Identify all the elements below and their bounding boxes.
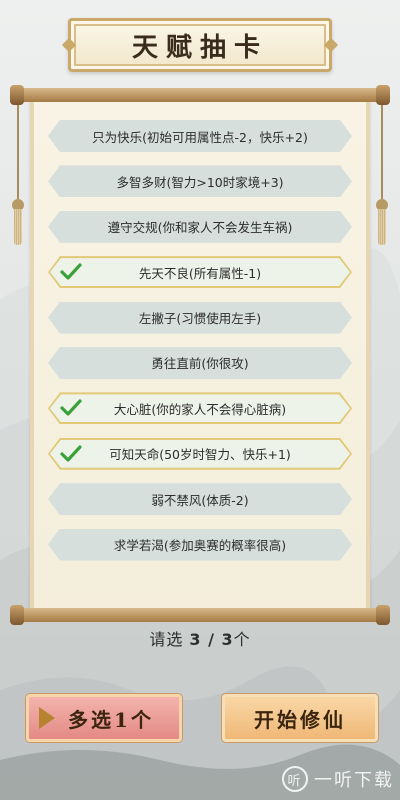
talent-list: 只为快乐(初始可用属性点-2，快乐+2) 多智多财(智力>10时家境+3) 遵守… [48, 120, 352, 574]
watermark: 听 一听下载 [282, 766, 394, 792]
left-tassel [12, 95, 24, 255]
selection-count-value: 3 / 3 [189, 630, 234, 649]
talent-card[interactable]: 勇往直前(你很攻) [48, 347, 352, 379]
scroll-top-rod [10, 85, 390, 105]
selection-prefix: 请选 [149, 630, 190, 649]
selection-count: 请选 3 / 3个 [0, 626, 400, 650]
talent-label: 求学若渴(参加奥赛的概率很高) [113, 538, 287, 554]
page-title: 天赋抽卡 [131, 32, 268, 63]
talent-card[interactable]: 可知天命(50岁时智力、快乐+1) [48, 438, 352, 470]
check-icon [60, 263, 82, 280]
talent-label: 勇往直前(你很攻) [151, 356, 249, 372]
talent-label: 可知天命(50岁时智力、快乐+1) [109, 447, 291, 463]
play-arrow-icon [39, 707, 55, 729]
talent-label: 多智多财(智力>10时家境+3) [116, 174, 284, 190]
talent-label: 先天不良(所有属性-1) [138, 265, 262, 281]
talent-card[interactable]: 遵守交规(你和家人不会发生车祸) [48, 211, 352, 243]
title-plaque: 天赋抽卡 [61, 18, 339, 72]
check-icon [60, 399, 82, 416]
scroll-bottom-rod [10, 605, 390, 625]
talent-card[interactable]: 弱不禁风(体质-2) [48, 483, 352, 515]
talent-card[interactable]: 先天不良(所有属性-1) [48, 256, 352, 288]
check-icon [60, 445, 82, 462]
talent-card[interactable]: 左撇子(习惯使用左手) [48, 302, 352, 334]
watermark-logo-icon: 听 [282, 766, 308, 792]
talent-label: 左撇子(习惯使用左手) [138, 311, 262, 327]
talent-label: 遵守交规(你和家人不会发生车祸) [107, 220, 293, 236]
talent-card[interactable]: 多智多财(智力>10时家境+3) [48, 165, 352, 197]
talent-card[interactable]: 只为快乐(初始可用属性点-2，快乐+2) [48, 120, 352, 152]
selection-suffix: 个 [233, 630, 251, 649]
talent-card[interactable]: 大心脏(你的家人不会得心脏病) [48, 392, 352, 424]
multi-select-label: 多选1个 [68, 707, 154, 732]
multi-select-button[interactable]: 多选1个 [26, 694, 182, 742]
right-tassel [376, 95, 388, 255]
talent-label: 大心脏(你的家人不会得心脏病) [113, 401, 287, 417]
start-cultivation-button[interactable]: 开始修仙 [222, 694, 378, 742]
watermark-text: 一听下载 [314, 770, 394, 791]
start-cultivation-label: 开始修仙 [254, 707, 346, 732]
talent-label: 只为快乐(初始可用属性点-2，快乐+2) [92, 129, 308, 145]
talent-card[interactable]: 求学若渴(参加奥赛的概率很高) [48, 529, 352, 561]
talent-label: 弱不禁风(体质-2) [151, 492, 249, 508]
